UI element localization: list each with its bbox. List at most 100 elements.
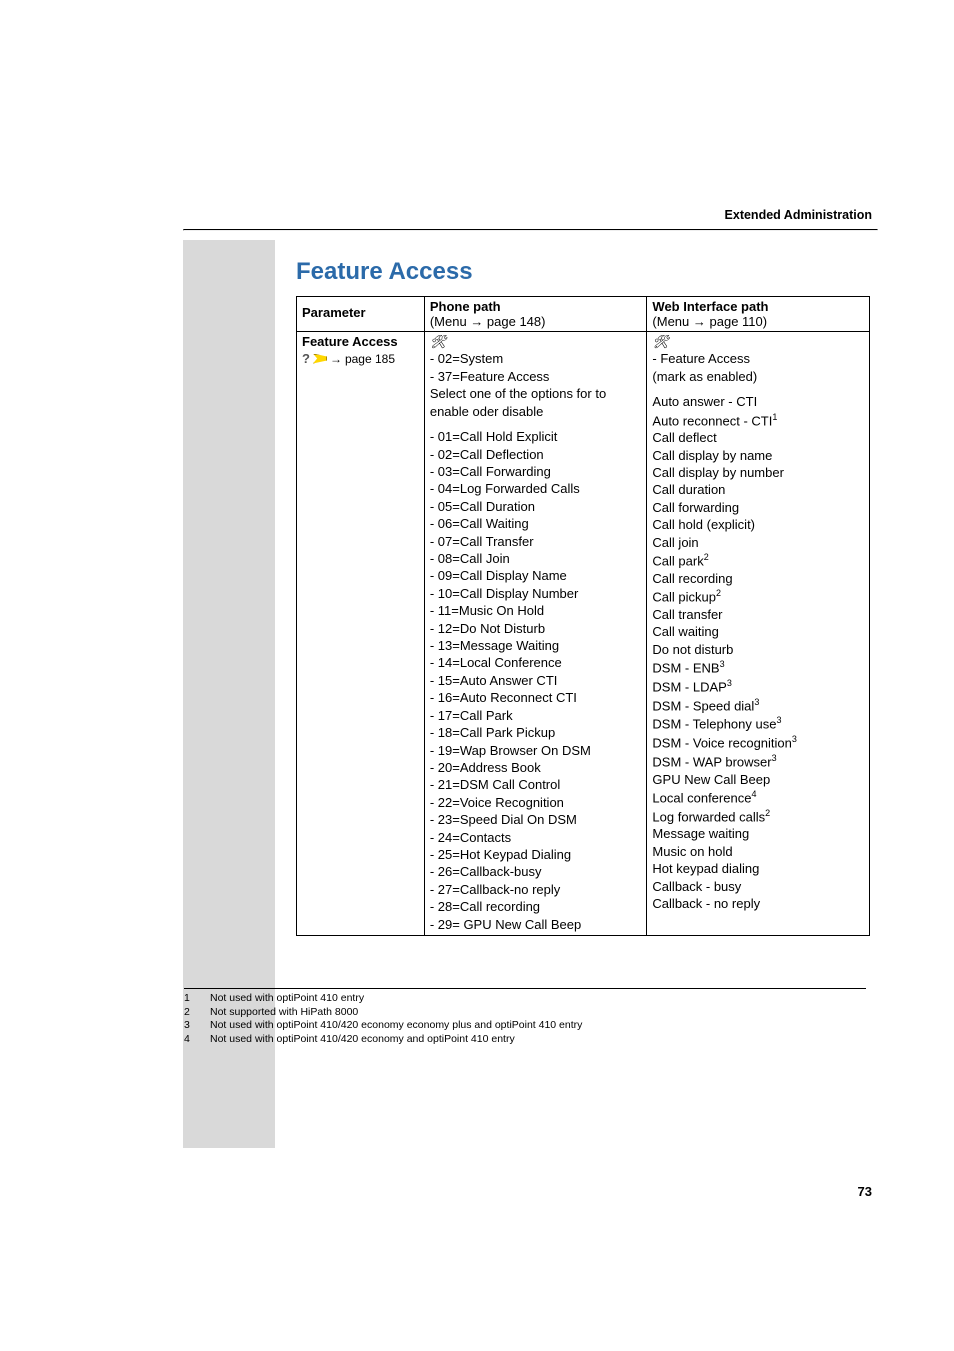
footnote-text: Not supported with HiPath 8000: [210, 1006, 358, 1020]
phone-option-item: - 03=Call Forwarding: [430, 463, 642, 480]
web-path-header: Web Interface path: [652, 299, 768, 314]
phone-option-item: - 20=Address Book: [430, 759, 642, 776]
phone-option-item: - 24=Contacts: [430, 829, 642, 846]
section-title: Feature Access: [296, 258, 473, 286]
phone-menu-prefix: (Menu: [430, 314, 470, 329]
question-icon: ?: [302, 351, 310, 366]
footnote-ref: 3: [754, 697, 759, 707]
phone-intro-line: - 02=System: [430, 350, 642, 368]
web-option-item: Call duration: [652, 481, 864, 498]
arrow-icon: →: [470, 314, 483, 329]
footnote-ref: 2: [716, 588, 721, 598]
web-option-item: Music on hold: [652, 843, 864, 860]
phone-option-item: - 16=Auto Reconnect CTI: [430, 689, 642, 706]
col-web-path: Web Interface path (Menu → page 110): [647, 297, 870, 332]
footnote-text: Not used with optiPoint 410 entry: [210, 992, 364, 1006]
web-intro-line: - Feature Access: [652, 350, 864, 368]
parameter-page-link: page 185: [345, 352, 395, 366]
web-menu-page: page 110): [706, 314, 767, 329]
running-header: Extended Administration: [725, 208, 872, 222]
phone-option-item: - 21=DSM Call Control: [430, 776, 642, 793]
phone-option-item: - 28=Call recording: [430, 898, 642, 915]
footnote-number: 4: [184, 1033, 198, 1047]
web-option-item: DSM - WAP browser3: [652, 752, 864, 771]
footnote-text: Not used with optiPoint 410/420 economy …: [210, 1019, 582, 1033]
footnote-ref: 3: [792, 734, 797, 744]
web-option-item: Call forwarding: [652, 499, 864, 516]
phone-option-item: - 29= GPU New Call Beep: [430, 916, 642, 933]
web-option-item: DSM - Speed dial3: [652, 696, 864, 715]
phone-option-item: - 05=Call Duration: [430, 498, 642, 515]
web-option-item: Callback - busy: [652, 878, 864, 895]
footnote-number: 3: [184, 1019, 198, 1033]
phone-path-cell: 🛠 - 02=System- 37=Feature AccessSelect o…: [424, 332, 647, 936]
phone-option-item: - 25=Hot Keypad Dialing: [430, 846, 642, 863]
web-option-item: Log forwarded calls2: [652, 807, 864, 826]
col-parameter: Parameter: [297, 297, 425, 332]
footnote-text: Not used with optiPoint 410/420 economy …: [210, 1033, 515, 1047]
wrench-icon: 🛠: [430, 334, 642, 350]
web-option-item: Call park2: [652, 551, 864, 570]
web-option-item: Call waiting: [652, 623, 864, 640]
web-option-item: DSM - LDAP3: [652, 677, 864, 696]
web-option-item: DSM - Voice recognition3: [652, 733, 864, 752]
phone-option-item: - 13=Message Waiting: [430, 637, 642, 654]
web-option-item: Auto answer - CTI: [652, 393, 864, 410]
table-header-row: Parameter Phone path (Menu → page 148) W…: [297, 297, 870, 332]
web-menu-prefix: (Menu: [652, 314, 692, 329]
phone-intro-line: - 37=Feature Access: [430, 368, 642, 386]
web-path-cell: 🛠 - Feature Access(mark as enabled) Auto…: [647, 332, 870, 936]
footnote-ref: 3: [772, 753, 777, 763]
footnote-ref: 4: [751, 789, 756, 799]
footnote-row: 4 Not used with optiPoint 410/420 economy…: [184, 1033, 866, 1047]
phone-option-item: - 08=Call Join: [430, 550, 642, 567]
phone-option-item: - 17=Call Park: [430, 707, 642, 724]
web-option-item: Message waiting: [652, 825, 864, 842]
parameter-header-text: Parameter: [302, 299, 419, 326]
web-option-item: Local conference4: [652, 788, 864, 807]
phone-option-item: - 04=Log Forwarded Calls: [430, 480, 642, 497]
phone-option-item: - 23=Speed Dial On DSM: [430, 811, 642, 828]
web-option-item: Call display by number: [652, 464, 864, 481]
phone-option-item: - 18=Call Park Pickup: [430, 724, 642, 741]
phone-option-item: - 01=Call Hold Explicit: [430, 428, 642, 445]
wrench-icon: 🛠: [652, 334, 864, 350]
footnote-ref: 2: [704, 552, 709, 562]
footnote-row: 2Not supported with HiPath 8000: [184, 1006, 866, 1020]
web-option-item: Hot keypad dialing: [652, 860, 864, 877]
web-option-item: Call display by name: [652, 447, 864, 464]
arrow-icon: →: [693, 314, 706, 329]
col-phone-path: Phone path (Menu → page 148): [424, 297, 647, 332]
phone-option-item: - 02=Call Deflection: [430, 446, 642, 463]
phone-option-item: - 07=Call Transfer: [430, 533, 642, 550]
footnote-ref: 3: [720, 659, 725, 669]
web-option-item: Call pickup2: [652, 587, 864, 606]
phone-option-item: - 15=Auto Answer CTI: [430, 672, 642, 689]
phone-option-item: - 11=Music On Hold: [430, 602, 642, 619]
web-option-item: Do not disturb: [652, 641, 864, 658]
footnote-ref: 3: [776, 715, 781, 725]
phone-options-list: - 01=Call Hold Explicit- 02=Call Deflect…: [430, 428, 642, 933]
phone-option-item: - 14=Local Conference: [430, 654, 642, 671]
web-options-list: Auto answer - CTIAuto reconnect - CTI1 Ca…: [652, 393, 864, 912]
phone-option-item: - 19=Wap Browser On DSM: [430, 742, 642, 759]
web-option-item: Call hold (explicit): [652, 516, 864, 533]
header-divider: [183, 229, 878, 231]
footnote-ref: 2: [765, 808, 770, 818]
phone-path-header: Phone path: [430, 299, 501, 314]
parameter-cell: Feature Access ? → page 185: [297, 332, 425, 936]
table-data-row: Feature Access ? → page 185 🛠 - 02=Syste…: [297, 332, 870, 936]
phone-option-item: - 12=Do Not Disturb: [430, 620, 642, 637]
parameter-reference: ? → page 185: [302, 351, 419, 366]
web-option-item: Callback - no reply: [652, 895, 864, 912]
phone-intro-block: - 02=System- 37=Feature AccessSelect one…: [430, 350, 642, 420]
web-option-item: Call join: [652, 534, 864, 551]
web-option-item: Auto reconnect - CTI1: [652, 411, 864, 430]
page-number: 73: [858, 1184, 872, 1199]
web-option-item: DSM - Telephony use3: [652, 714, 864, 733]
phone-option-item: - 09=Call Display Name: [430, 567, 642, 584]
phone-menu-page: page 148): [483, 314, 545, 329]
footnote-row: 3 Not used with optiPoint 410/420 economy…: [184, 1019, 866, 1033]
flag-icon: [313, 354, 327, 364]
footnotes-block: 1Not used with optiPoint 410 entry2Not s…: [184, 988, 866, 1047]
